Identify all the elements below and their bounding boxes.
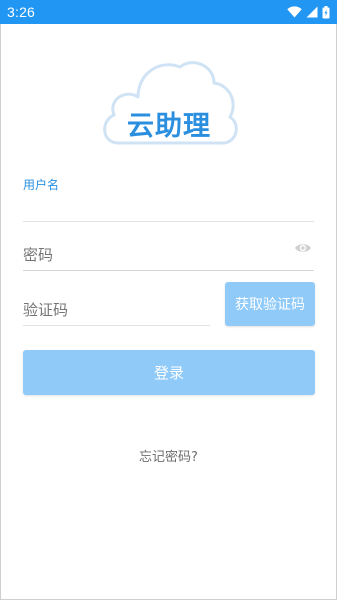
app-logo: 云助理 [98,55,240,147]
eye-icon[interactable] [294,242,312,254]
status-bar: 3:26 [0,0,337,24]
cell-signal-icon [306,6,318,18]
get-code-button[interactable]: 获取验证码 [225,282,315,326]
verification-code-input[interactable]: 验证码 [23,299,68,320]
status-icons [287,5,330,19]
username-underline [23,221,314,222]
code-underline [23,325,210,326]
password-underline [23,270,314,271]
battery-icon [322,5,330,18]
login-button[interactable]: 登录 [23,350,315,395]
forgot-password-link[interactable]: 忘记密码? [0,446,337,465]
status-time: 3:26 [7,4,36,20]
logo-text: 云助理 [127,111,211,142]
username-input[interactable] [23,196,314,220]
wifi-icon [287,6,302,18]
password-input[interactable]: 密码 [23,244,53,265]
username-label: 用户名 [23,178,60,192]
